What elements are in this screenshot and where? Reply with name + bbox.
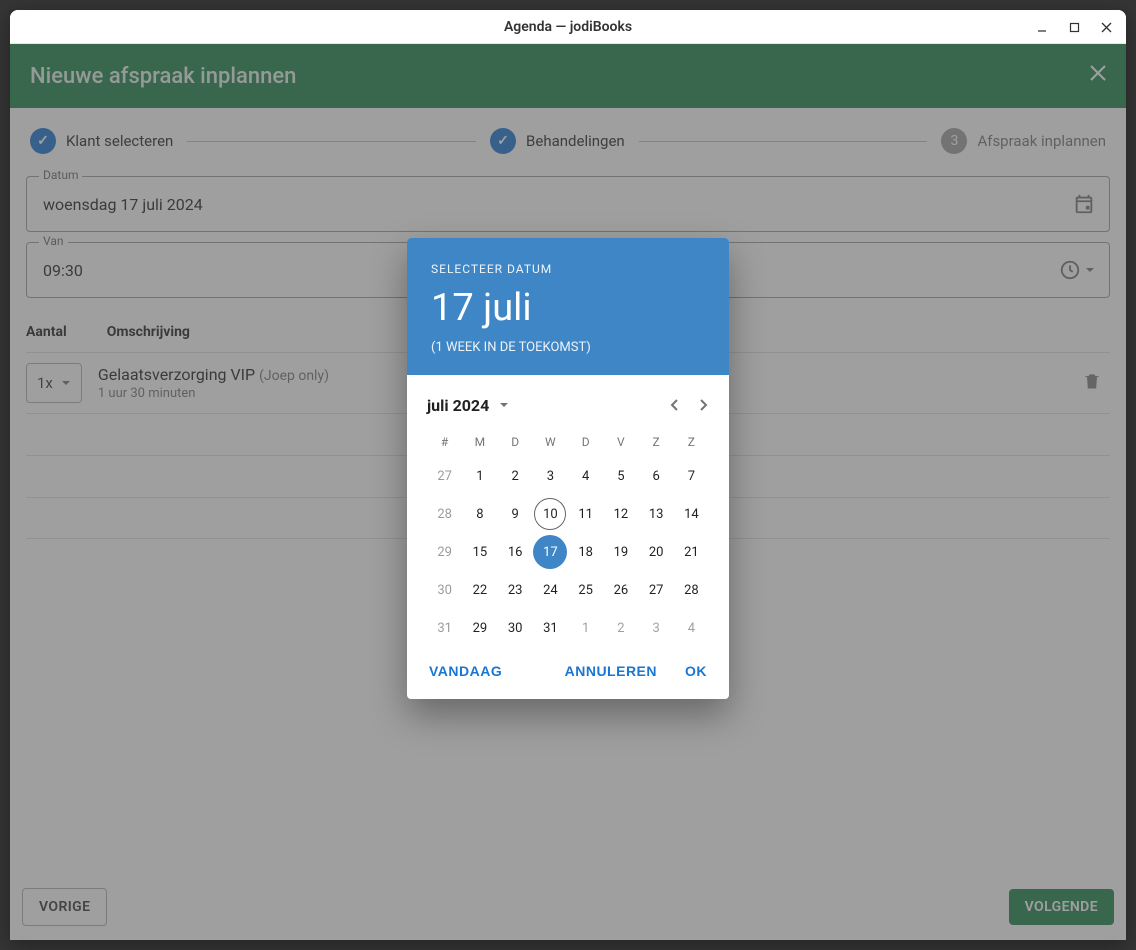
calendar-day[interactable]: 2 xyxy=(498,457,533,495)
calendar-day[interactable]: 29 xyxy=(462,609,497,647)
close-icon xyxy=(1101,22,1112,33)
maximize-button[interactable] xyxy=(1060,15,1088,39)
minimize-button[interactable] xyxy=(1028,15,1056,39)
calendar-day[interactable]: 23 xyxy=(498,571,533,609)
day-of-week: # xyxy=(427,427,462,457)
calendar-day[interactable]: 3 xyxy=(533,457,568,495)
week-number: 31 xyxy=(427,609,462,647)
date-picker-header: SELECTEER DATUM 17 juli (1 WEEK IN DE TO… xyxy=(407,238,729,375)
day-of-week: M xyxy=(462,427,497,457)
today-button[interactable]: VANDAAG xyxy=(429,663,502,679)
calendar-day[interactable]: 31 xyxy=(533,609,568,647)
calendar-day[interactable]: 13 xyxy=(639,495,674,533)
month-row: juli 2024 xyxy=(427,383,709,427)
calendar-day[interactable]: 1 xyxy=(462,457,497,495)
calendar-day[interactable]: 1 xyxy=(568,609,603,647)
calendar-day[interactable]: 7 xyxy=(674,457,709,495)
window-title: Agenda — jodiBooks xyxy=(504,19,632,35)
calendar-day[interactable]: 4 xyxy=(568,457,603,495)
app-window: Agenda — jodiBooks Nieuwe afspraak inpla… xyxy=(10,10,1126,940)
minimize-icon xyxy=(1036,21,1048,33)
calendar-day[interactable]: 14 xyxy=(674,495,709,533)
week-number: 27 xyxy=(427,457,462,495)
calendar-day[interactable]: 27 xyxy=(639,571,674,609)
day-of-week: D xyxy=(498,427,533,457)
maximize-icon xyxy=(1069,22,1080,33)
month-select[interactable]: juli 2024 xyxy=(427,396,509,415)
calendar-day[interactable]: 28 xyxy=(674,571,709,609)
calendar-grid: #MDWDVZZ27123456728891011121314291516171… xyxy=(427,427,709,647)
date-picker-dialog: SELECTEER DATUM 17 juli (1 WEEK IN DE TO… xyxy=(407,238,729,699)
calendar-day[interactable]: 2 xyxy=(603,609,638,647)
calendar-day[interactable]: 5 xyxy=(603,457,638,495)
cancel-button[interactable]: ANNULEREN xyxy=(565,663,657,679)
calendar-day[interactable]: 6 xyxy=(639,457,674,495)
calendar-day[interactable]: 10 xyxy=(533,495,568,533)
day-of-week: W xyxy=(533,427,568,457)
dp-relative: (1 WEEK IN DE TOEKOMST) xyxy=(431,340,705,355)
calendar-day[interactable]: 19 xyxy=(603,533,638,571)
calendar-day[interactable]: 26 xyxy=(603,571,638,609)
calendar-day[interactable]: 3 xyxy=(639,609,674,647)
day-of-week: D xyxy=(568,427,603,457)
chevron-down-icon xyxy=(499,400,509,410)
calendar-day[interactable]: 4 xyxy=(674,609,709,647)
calendar-day[interactable]: 17 xyxy=(533,533,568,571)
month-label: juli 2024 xyxy=(427,396,489,415)
day-of-week: V xyxy=(603,427,638,457)
day-of-week: Z xyxy=(674,427,709,457)
calendar-day[interactable]: 24 xyxy=(533,571,568,609)
calendar-day[interactable]: 9 xyxy=(498,495,533,533)
window-controls xyxy=(1028,10,1120,44)
prev-month-button[interactable] xyxy=(669,395,681,416)
date-picker-body: juli 2024 #MDWDVZZ2712345672889101112131… xyxy=(407,375,729,651)
calendar-day[interactable]: 21 xyxy=(674,533,709,571)
week-number: 29 xyxy=(427,533,462,571)
calendar-day[interactable]: 8 xyxy=(462,495,497,533)
calendar-day[interactable]: 25 xyxy=(568,571,603,609)
calendar-day[interactable]: 12 xyxy=(603,495,638,533)
dp-selected-date: 17 juli xyxy=(431,286,705,330)
calendar-day[interactable]: 18 xyxy=(568,533,603,571)
date-picker-actions: VANDAAG ANNULEREN OK xyxy=(407,651,729,699)
calendar-day[interactable]: 15 xyxy=(462,533,497,571)
titlebar: Agenda — jodiBooks xyxy=(10,10,1126,44)
calendar-day[interactable]: 20 xyxy=(639,533,674,571)
calendar-day[interactable]: 16 xyxy=(498,533,533,571)
calendar-day[interactable]: 11 xyxy=(568,495,603,533)
calendar-day[interactable]: 30 xyxy=(498,609,533,647)
close-window-button[interactable] xyxy=(1092,15,1120,39)
week-number: 30 xyxy=(427,571,462,609)
ok-button[interactable]: OK xyxy=(685,663,707,679)
dp-label: SELECTEER DATUM xyxy=(431,262,705,276)
chevron-right-icon xyxy=(697,399,709,411)
calendar-day[interactable]: 22 xyxy=(462,571,497,609)
chevron-left-icon xyxy=(669,399,681,411)
day-of-week: Z xyxy=(639,427,674,457)
next-month-button[interactable] xyxy=(697,395,709,416)
week-number: 28 xyxy=(427,495,462,533)
